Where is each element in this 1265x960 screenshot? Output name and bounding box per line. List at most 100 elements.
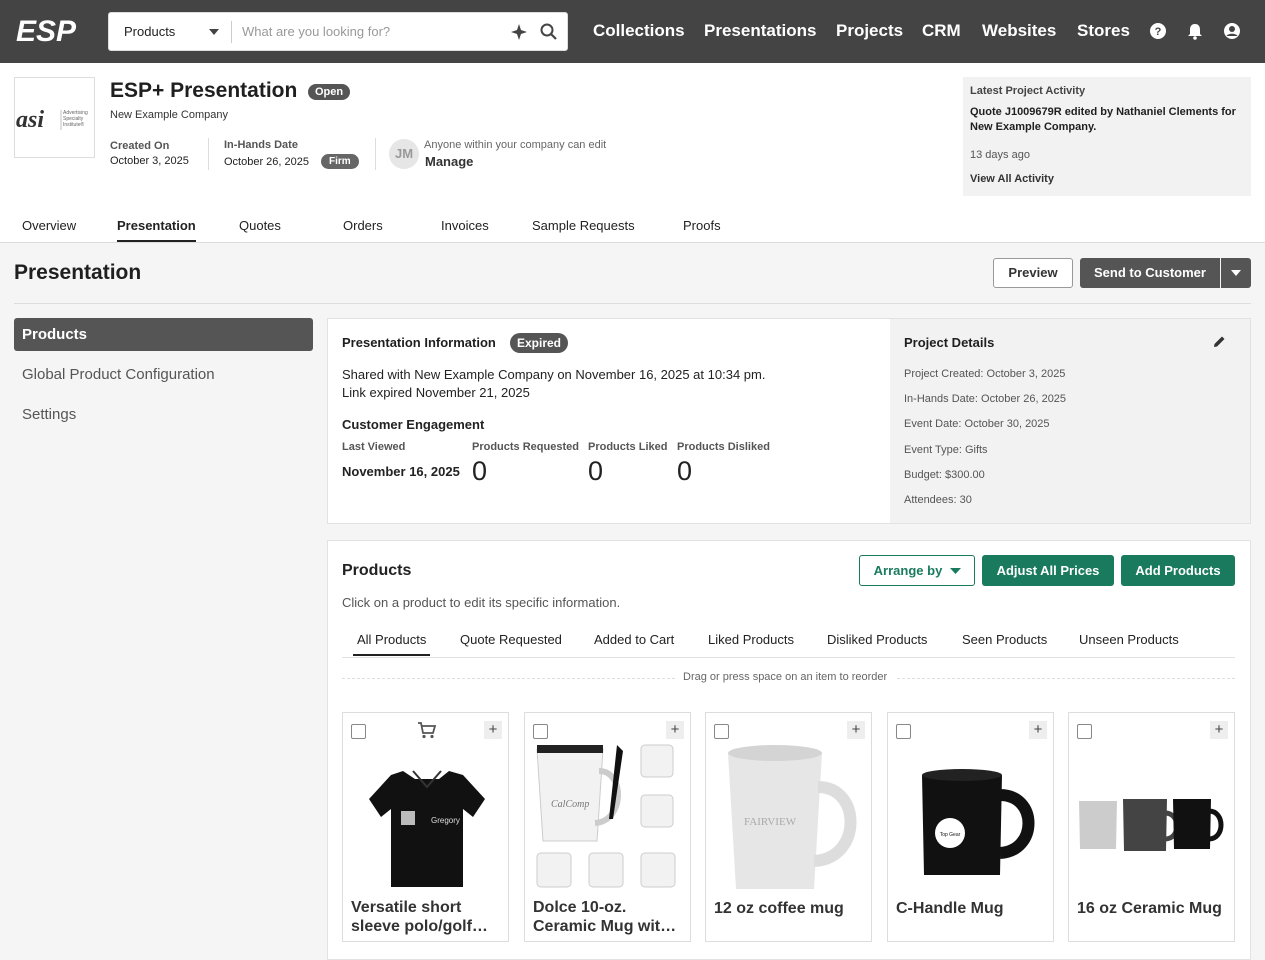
filter-added-to-cart[interactable]: Added to Cart	[594, 632, 674, 647]
manage-link[interactable]: Manage	[425, 154, 473, 169]
requested-label: Products Requested	[472, 441, 579, 453]
search-icon[interactable]	[539, 22, 559, 42]
tab-proofs[interactable]: Proofs	[683, 218, 721, 233]
product-name[interactable]: Versatile short sleeve polo/golf…	[351, 898, 503, 938]
products-subtitle: Click on a product to edit its specific …	[342, 595, 621, 610]
esp-logo[interactable]: ESP	[16, 14, 92, 46]
add-icon[interactable]: +	[847, 721, 865, 739]
svg-text:?: ?	[1155, 26, 1162, 38]
product-image	[1079, 799, 1224, 851]
nav-stores[interactable]: Stores	[1077, 21, 1130, 41]
status-badge: Open	[308, 84, 351, 100]
project-header: asi Advertising Specialty Institute® ESP…	[0, 63, 1265, 243]
add-products-button[interactable]: Add Products	[1121, 555, 1235, 586]
product-image: Gregory	[369, 770, 485, 887]
info-title: Presentation Information	[342, 335, 496, 350]
tab-invoices[interactable]: Invoices	[441, 218, 489, 233]
product-checkbox[interactable]	[1077, 724, 1092, 739]
chevron-down-icon	[950, 568, 961, 574]
divider	[375, 138, 376, 170]
filter-liked-products[interactable]: Liked Products	[708, 632, 794, 647]
help-icon[interactable]: ?	[1149, 22, 1167, 40]
product-checkbox[interactable]	[714, 724, 729, 739]
product-name[interactable]: Dolce 10-oz. Ceramic Mug wit…	[533, 898, 685, 938]
product-name[interactable]: 16 oz Ceramic Mug	[1077, 899, 1229, 939]
chevron-down-icon[interactable]	[209, 29, 219, 35]
project-details-panel: Project Details Project Created: October…	[890, 319, 1250, 523]
detail-item: Project Created: October 3, 2025	[904, 368, 1066, 380]
view-all-activity-link[interactable]: View All Activity	[970, 173, 1054, 185]
filter-seen-products[interactable]: Seen Products	[962, 632, 1047, 647]
pencil-icon[interactable]	[1213, 335, 1226, 348]
filter-unseen-products[interactable]: Unseen Products	[1079, 632, 1179, 647]
nav-collections[interactable]: Collections	[593, 21, 685, 41]
tab-presentation[interactable]: Presentation	[117, 218, 196, 242]
bell-icon[interactable]	[1186, 22, 1204, 40]
tab-quotes[interactable]: Quotes	[239, 218, 281, 233]
detail-item: Attendees: 30	[904, 494, 972, 506]
product-card[interactable]: + 16 oz Ceramic Mug	[1068, 712, 1235, 942]
chevron-down-icon	[1231, 270, 1241, 276]
product-checkbox[interactable]	[533, 724, 548, 739]
created-value: October 3, 2025	[110, 155, 189, 167]
inhands-value: October 26, 2025	[224, 156, 310, 168]
section-title: Presentation	[14, 261, 142, 284]
product-checkbox[interactable]	[896, 724, 911, 739]
product-card[interactable]: + CalComp Dolce 10-oz. Ceramic Mug wit…	[524, 712, 691, 942]
detail-item: Budget: $300.00	[904, 469, 985, 481]
svg-text:ESP: ESP	[16, 15, 77, 46]
nav-presentations[interactable]: Presentations	[704, 21, 816, 41]
product-card[interactable]: + FAIRVIEW 12 oz coffee mug	[705, 712, 872, 942]
nav-websites[interactable]: Websites	[982, 21, 1056, 41]
user-account-icon[interactable]	[1223, 22, 1241, 40]
filter-all-products[interactable]: All Products	[353, 632, 431, 656]
add-icon[interactable]: +	[484, 721, 502, 739]
last-viewed-label: Last Viewed	[342, 441, 406, 453]
send-options-button[interactable]	[1221, 258, 1251, 288]
created-label: Created On	[110, 140, 170, 152]
liked-label: Products Liked	[588, 441, 668, 453]
product-imprint: Top Gear	[940, 832, 961, 838]
nav-projects[interactable]: Projects	[836, 21, 903, 41]
arrange-by-button[interactable]: Arrange by	[859, 555, 975, 586]
sidebar-item-global-config[interactable]: Global Product Configuration	[22, 366, 215, 383]
sidebar-item-settings[interactable]: Settings	[22, 406, 76, 423]
add-icon[interactable]: +	[666, 721, 684, 739]
last-viewed-value: November 16, 2025	[342, 464, 460, 479]
inhands-label: In-Hands Date	[224, 139, 298, 151]
product-checkbox[interactable]	[351, 724, 366, 739]
product-name[interactable]: 12 oz coffee mug	[714, 899, 866, 939]
product-name[interactable]: C-Handle Mug	[896, 899, 1048, 939]
search-bar: Products What are you looking for?	[108, 12, 568, 51]
product-image: CalComp	[536, 744, 676, 888]
engagement-title: Customer Engagement	[342, 417, 485, 432]
tab-overview[interactable]: Overview	[22, 218, 76, 233]
company-name[interactable]: New Example Company	[110, 109, 228, 121]
firm-badge: Firm	[321, 154, 359, 169]
top-bar: ESP Products What are you looking for? C…	[0, 0, 1265, 63]
product-imprint: CalComp	[551, 799, 589, 810]
arrange-by-label: Arrange by	[873, 563, 943, 578]
detail-item: In-Hands Date: October 26, 2025	[904, 393, 1067, 405]
divider	[14, 303, 1251, 304]
products-title: Products	[342, 562, 412, 579]
sparkle-icon[interactable]	[509, 22, 529, 42]
product-card[interactable]: + Top Gear C-Handle Mug	[887, 712, 1054, 942]
company-logo: asi Advertising Specialty Institute®	[14, 77, 95, 158]
adjust-all-prices-button[interactable]: Adjust All Prices	[982, 555, 1114, 586]
search-scope-select[interactable]: Products	[124, 24, 175, 39]
sidebar-item-products[interactable]: Products	[14, 318, 313, 351]
nav-crm[interactable]: CRM	[922, 21, 961, 41]
add-icon[interactable]: +	[1029, 721, 1047, 739]
filter-quote-requested[interactable]: Quote Requested	[460, 632, 562, 647]
tab-orders[interactable]: Orders	[343, 218, 383, 233]
cart-icon	[418, 722, 437, 739]
add-icon[interactable]: +	[1210, 721, 1228, 739]
product-card[interactable]: + Gregory Versatile short sleeve polo/go…	[342, 712, 509, 942]
tab-sample-requests[interactable]: Sample Requests	[532, 218, 635, 233]
filter-disliked-products[interactable]: Disliked Products	[827, 632, 927, 647]
preview-button[interactable]: Preview	[993, 258, 1073, 288]
search-input[interactable]: What are you looking for?	[242, 24, 390, 39]
send-to-customer-button[interactable]: Send to Customer	[1080, 258, 1220, 288]
access-note: Anyone within your company can edit	[424, 139, 607, 151]
